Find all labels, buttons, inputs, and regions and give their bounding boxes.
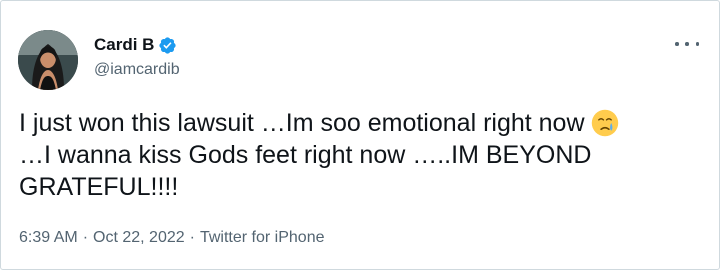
- tweet-date[interactable]: Oct 22, 2022: [93, 229, 185, 247]
- dot: [685, 42, 689, 46]
- meta-separator: ·: [189, 229, 195, 246]
- more-dots-icon[interactable]: [675, 35, 699, 53]
- tweet-card: Cardi B @iamcardib I just won this lawsu…: [0, 0, 720, 270]
- user-handle[interactable]: @iamcardib: [94, 61, 180, 79]
- dot: [695, 42, 699, 46]
- tweet-time[interactable]: 6:39 AM: [19, 229, 78, 247]
- tweet-meta: 6:39 AM · Oct 22, 2022 · Twitter for iPh…: [19, 229, 324, 247]
- avatar[interactable]: [18, 30, 78, 90]
- dot: [675, 42, 679, 46]
- verified-badge-icon: [158, 36, 177, 55]
- face-holding-back-tears-emoji-icon: [591, 109, 619, 137]
- display-name[interactable]: Cardi B: [94, 35, 154, 55]
- tweet-text-line1: I just won this lawsuit …Im soo emotiona…: [19, 109, 585, 137]
- tweet-text-line2: …I wanna kiss Gods feet right now …..IM …: [19, 141, 592, 201]
- meta-separator: ·: [82, 229, 89, 246]
- tweet-source[interactable]: Twitter for iPhone: [200, 229, 325, 247]
- name-row: Cardi B: [94, 35, 177, 55]
- tweet-text: I just won this lawsuit …Im soo emotiona…: [19, 107, 699, 203]
- avatar-photo-icon: [18, 30, 78, 90]
